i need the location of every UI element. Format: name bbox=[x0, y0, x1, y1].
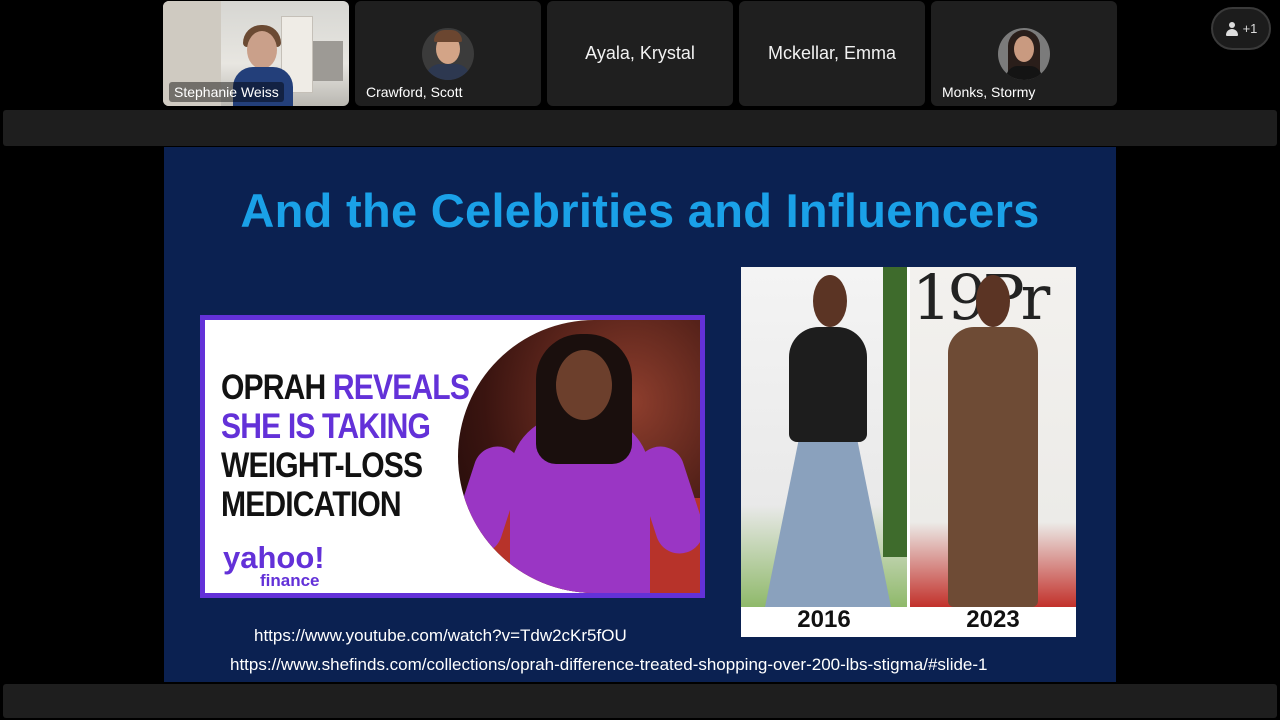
participant-name: Mckellar, Emma bbox=[767, 43, 897, 63]
participant-name: Stephanie Weiss bbox=[169, 82, 284, 102]
participant-name: Crawford, Scott bbox=[366, 84, 463, 100]
youtube-link[interactable]: https://www.youtube.com/watch?v=Tdw2cKr5… bbox=[254, 626, 627, 646]
shared-slide: And the Celebrities and Influencers OPRA… bbox=[164, 147, 1116, 682]
share-header-bar bbox=[3, 110, 1277, 146]
year-label-right: 2023 bbox=[966, 606, 1020, 633]
participant-tile-stephanie-weiss[interactable]: Stephanie Weiss bbox=[163, 1, 349, 106]
participant-tile-ayala-krystal[interactable]: Ayala, Krystal bbox=[547, 1, 733, 106]
participants-overflow-button[interactable]: +1 bbox=[1211, 7, 1271, 50]
shefinds-link[interactable]: https://www.shefinds.com/collections/opr… bbox=[230, 655, 988, 675]
news-headline: OPRAH REVEALS SHE IS TAKING WEIGHT-LOSS … bbox=[221, 368, 470, 524]
slide-title: And the Celebrities and Influencers bbox=[240, 184, 1040, 237]
photo-2016 bbox=[741, 267, 907, 607]
participant-tile-monks-stormy[interactable]: Monks, Stormy bbox=[931, 1, 1117, 106]
news-thumbnail: OPRAH REVEALS SHE IS TAKING WEIGHT-LOSS … bbox=[200, 315, 705, 598]
year-label-left: 2016 bbox=[797, 606, 851, 633]
oprah-photo bbox=[458, 320, 700, 593]
avatar bbox=[998, 28, 1050, 80]
yahoo-finance-logo: yahoo! finance bbox=[223, 540, 325, 590]
person-icon bbox=[1225, 21, 1239, 36]
participant-tile-mckellar-emma[interactable]: Mckellar, Emma bbox=[739, 1, 925, 106]
participant-name: Monks, Stormy bbox=[942, 84, 1036, 100]
photo-2023: 19Pr bbox=[910, 267, 1076, 607]
participant-name: Ayala, Krystal bbox=[585, 43, 695, 63]
bottom-control-bar bbox=[3, 684, 1277, 718]
participant-tile-crawford-scott[interactable]: Crawford, Scott bbox=[355, 1, 541, 106]
photo-divider bbox=[907, 267, 910, 637]
overflow-count: +1 bbox=[1242, 21, 1258, 36]
before-after-photo: 19Pr 2016 2023 bbox=[741, 267, 1076, 637]
avatar bbox=[422, 28, 474, 80]
